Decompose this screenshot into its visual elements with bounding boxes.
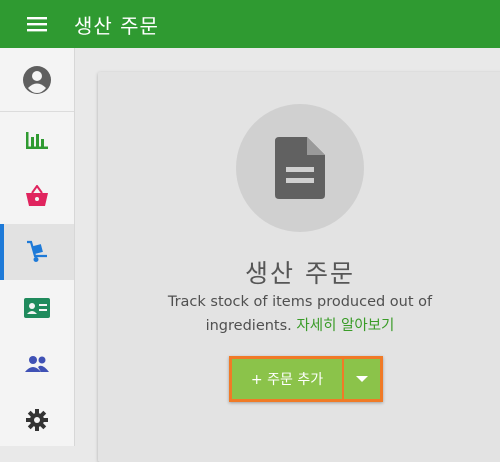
caret-down-icon [356,376,368,382]
document-icon-circle [236,104,364,232]
hand-truck-icon [27,240,47,262]
top-bar: 생산 주문 [0,0,500,48]
add-order-button[interactable]: + 주문 추가 [232,359,344,399]
sidebar-item-account[interactable] [0,52,74,108]
sidebar-item-team[interactable] [0,336,74,392]
sidebar-item-reports[interactable] [0,112,74,168]
account-circle-icon [23,66,51,94]
sidebar-item-contacts[interactable] [0,280,74,336]
empty-state-description: Track stock of items produced out of ing… [148,290,452,338]
add-order-dropdown-button[interactable] [344,359,380,399]
document-icon [275,137,325,199]
empty-state-card: 생산 주문 Track stock of items produced out … [98,72,500,462]
bar-chart-icon [26,132,48,149]
people-icon [25,356,49,372]
sidebar-item-sales[interactable] [0,168,74,224]
contact-card-icon [24,298,50,318]
sidebar [0,48,75,446]
sidebar-item-settings[interactable] [0,392,74,448]
gear-icon [26,409,48,431]
learn-more-link[interactable]: 자세히 알아보기 [296,318,394,334]
sidebar-item-production[interactable] [0,224,74,280]
add-order-button-group: + 주문 추가 [229,356,383,402]
basket-icon [26,185,48,206]
empty-state-title: 생산 주문 [245,259,355,288]
hamburger-icon[interactable] [0,0,74,48]
page-title: 생산 주문 [74,13,159,38]
